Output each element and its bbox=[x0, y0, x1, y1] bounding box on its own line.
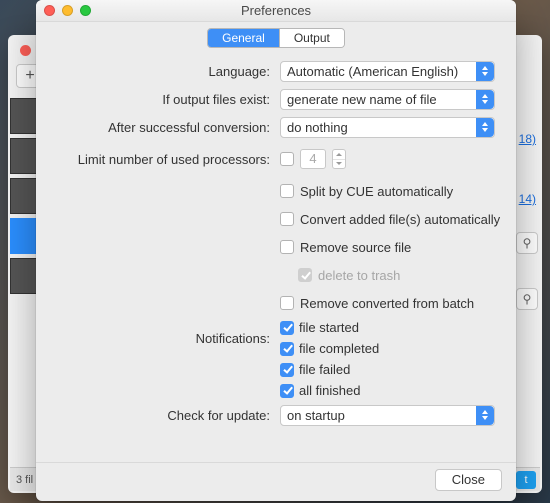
chevron-updown-icon bbox=[476, 118, 494, 137]
notif-allfinished-label: all finished bbox=[299, 383, 360, 398]
notif-completed-checkbox[interactable] bbox=[280, 342, 294, 356]
split-cue-label: Split by CUE automatically bbox=[300, 184, 453, 199]
label-check-update: Check for update: bbox=[50, 408, 280, 423]
notif-started-label: file started bbox=[299, 320, 359, 335]
bg-thumb bbox=[10, 258, 38, 294]
bg-file-count: 3 fil bbox=[16, 468, 33, 492]
bg-link[interactable]: 18) bbox=[519, 132, 536, 146]
form-area: Language: Automatic (American English) I… bbox=[36, 56, 516, 434]
convert-auto-checkbox[interactable] bbox=[280, 212, 294, 226]
after-conv-popup[interactable]: do nothing bbox=[280, 117, 495, 138]
delete-trash-checkbox bbox=[298, 268, 312, 282]
remove-source-checkbox[interactable] bbox=[280, 240, 294, 254]
preferences-window: Preferences General Output Language: Aut… bbox=[36, 0, 516, 501]
after-conv-value: do nothing bbox=[287, 120, 348, 135]
minimize-icon[interactable] bbox=[62, 5, 73, 16]
label-language: Language: bbox=[50, 64, 280, 79]
close-button[interactable]: Close bbox=[435, 469, 502, 491]
tab-bar: General Output bbox=[36, 28, 516, 48]
twitter-icon[interactable]: t bbox=[516, 471, 536, 489]
tab-general[interactable]: General bbox=[208, 29, 279, 47]
proc-count-stepper[interactable] bbox=[332, 149, 346, 169]
notif-completed-label: file completed bbox=[299, 341, 379, 356]
footer: Close bbox=[36, 462, 516, 491]
remove-batch-checkbox[interactable] bbox=[280, 296, 294, 310]
notif-allfinished-checkbox[interactable] bbox=[280, 384, 294, 398]
chevron-updown-icon bbox=[476, 90, 494, 109]
tab-output[interactable]: Output bbox=[279, 29, 344, 47]
proc-count-field[interactable]: 4 bbox=[300, 149, 326, 169]
bg-traffic-lights bbox=[20, 45, 31, 56]
zoom-icon[interactable] bbox=[80, 5, 91, 16]
convert-auto-label: Convert added file(s) automatically bbox=[300, 212, 500, 227]
bg-thumb bbox=[10, 138, 38, 174]
label-if-exist: If output files exist: bbox=[50, 92, 280, 107]
notif-failed-checkbox[interactable] bbox=[280, 363, 294, 377]
split-cue-checkbox[interactable] bbox=[280, 184, 294, 198]
if-exist-popup[interactable]: generate new name of file bbox=[280, 89, 495, 110]
bg-search-icon[interactable]: ⚲ bbox=[516, 288, 538, 310]
delete-trash-label: delete to trash bbox=[318, 268, 400, 283]
label-after-conv: After successful conversion: bbox=[50, 120, 280, 135]
label-notifications: Notifications: bbox=[50, 331, 280, 346]
language-value: Automatic (American English) bbox=[287, 64, 458, 79]
notif-failed-label: file failed bbox=[299, 362, 350, 377]
notif-started-checkbox[interactable] bbox=[280, 321, 294, 335]
bg-selection bbox=[10, 218, 38, 254]
chevron-updown-icon bbox=[476, 62, 494, 81]
close-icon[interactable] bbox=[44, 5, 55, 16]
chevron-updown-icon bbox=[476, 406, 494, 425]
limit-proc-checkbox[interactable] bbox=[280, 152, 294, 166]
bg-thumb bbox=[10, 178, 38, 214]
traffic-lights[interactable] bbox=[44, 5, 91, 16]
remove-batch-label: Remove converted from batch bbox=[300, 296, 474, 311]
bg-thumb bbox=[10, 98, 38, 134]
titlebar: Preferences bbox=[36, 0, 516, 22]
language-popup[interactable]: Automatic (American English) bbox=[280, 61, 495, 82]
if-exist-value: generate new name of file bbox=[287, 92, 437, 107]
label-limit-proc: Limit number of used processors: bbox=[50, 152, 280, 167]
window-title: Preferences bbox=[36, 0, 516, 22]
check-update-value: on startup bbox=[287, 408, 345, 423]
bg-search-icon[interactable]: ⚲ bbox=[516, 232, 538, 254]
check-update-popup[interactable]: on startup bbox=[280, 405, 495, 426]
remove-source-label: Remove source file bbox=[300, 240, 411, 255]
bg-link[interactable]: 14) bbox=[519, 192, 536, 206]
